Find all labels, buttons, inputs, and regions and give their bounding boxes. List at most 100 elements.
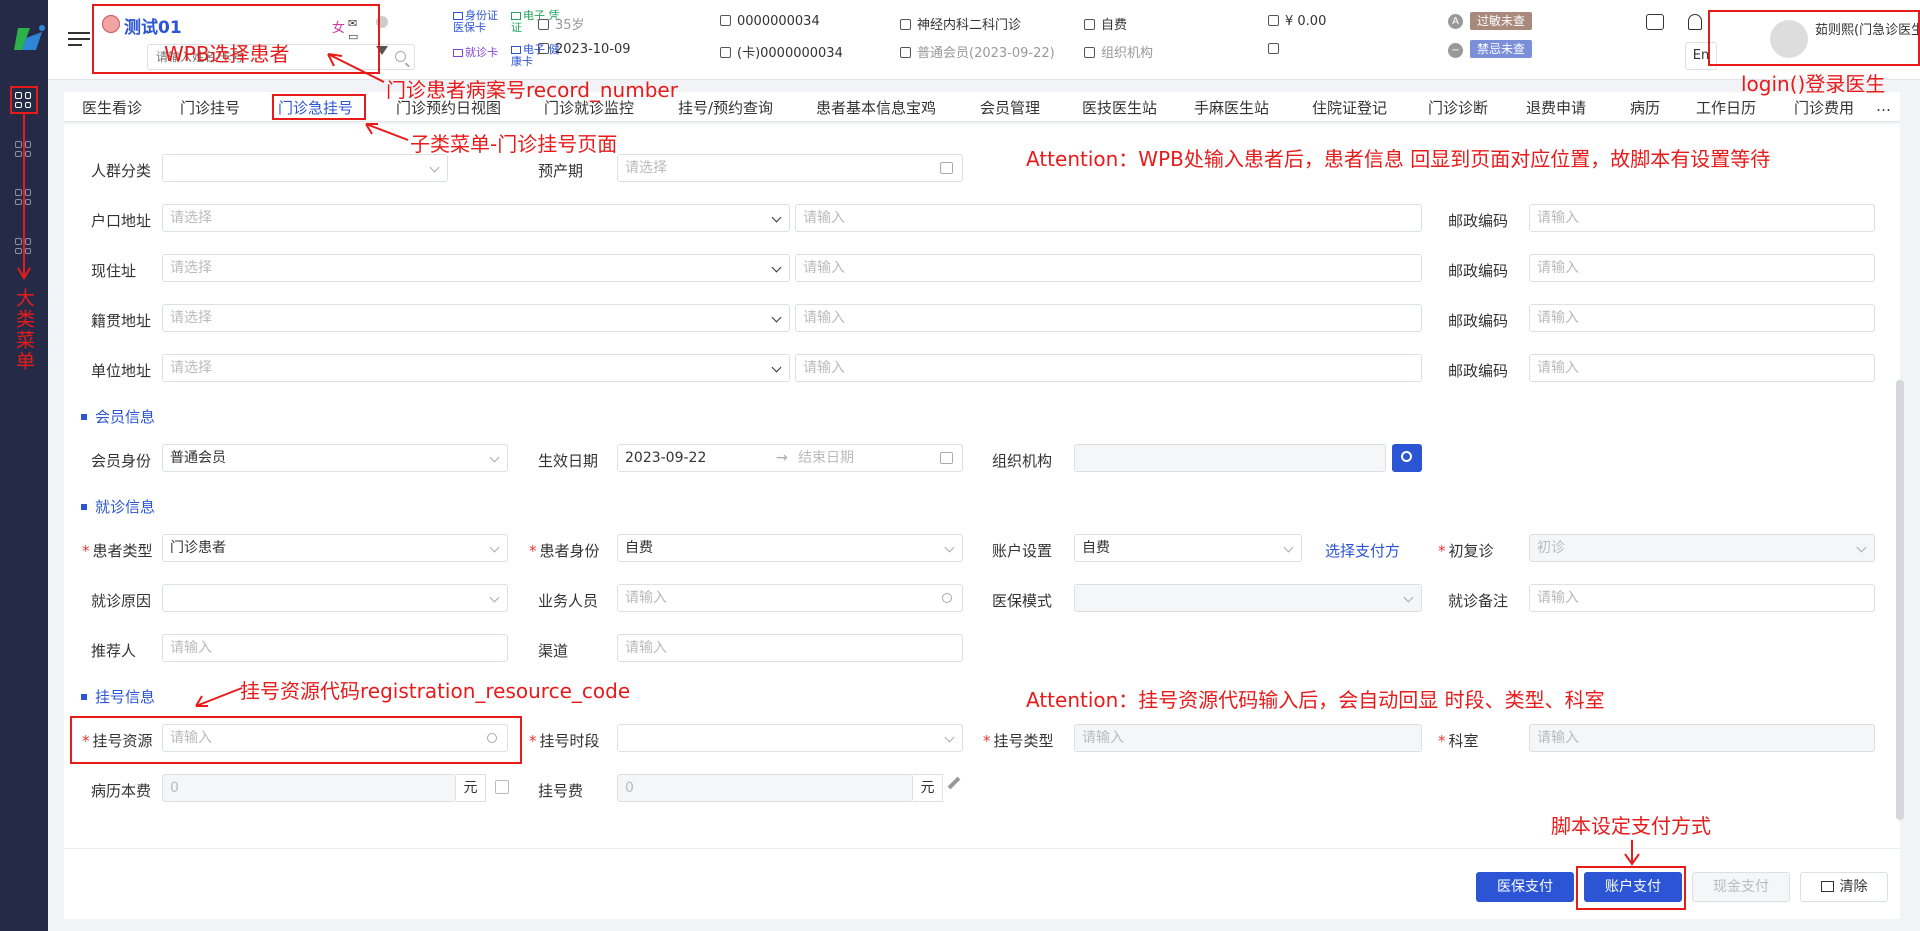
reg-fee-unit: 元: [913, 774, 943, 802]
effective-date-range[interactable]: 2023-09-22 → 结束日期: [617, 444, 963, 472]
insurance-mode-label: 医保模式: [992, 592, 1053, 610]
revisit-select: 初诊: [1529, 534, 1875, 562]
record-fee-unit: 元: [456, 774, 486, 802]
patient-type-label: * 患者类型: [82, 542, 153, 560]
bell-icon[interactable]: [1688, 14, 1702, 30]
record-icon: [720, 15, 731, 26]
current-select[interactable]: 请选择: [162, 254, 790, 282]
select-payment-link[interactable]: 选择支付方: [1325, 540, 1400, 561]
referrer-input[interactable]: 请输入: [162, 634, 508, 662]
card-icon: [720, 47, 731, 58]
annotation-box-resource: [70, 716, 522, 764]
annotation-login: login()登录医生: [1741, 72, 1886, 96]
cash-pay-button: 现金支付: [1692, 872, 1790, 902]
work-detail-input[interactable]: 请输入: [795, 354, 1422, 382]
native-postcode-label: 邮政编码: [1448, 312, 1509, 330]
current-postcode-input[interactable]: 请输入: [1529, 254, 1875, 282]
hukou-detail-input[interactable]: 请输入: [795, 204, 1422, 232]
visit-card-link[interactable]: 就诊卡: [453, 47, 509, 59]
patient-age: 35岁: [538, 14, 585, 33]
department-info: 神经内科二科门诊: [900, 14, 1021, 33]
member-identity-select[interactable]: 普通会员: [162, 444, 508, 472]
work-select[interactable]: 请选择: [162, 354, 790, 382]
tab-11[interactable]: 门诊诊断: [1428, 97, 1488, 118]
dept-label: * 科室: [1438, 732, 1479, 750]
tab-15[interactable]: 门诊费用: [1794, 97, 1854, 118]
tab-6[interactable]: 患者基本信息宝鸡: [816, 97, 936, 118]
patient-identity-select[interactable]: 自费: [617, 534, 963, 562]
taboo-icon: −: [1448, 43, 1463, 58]
fee-type-icon: [1084, 19, 1095, 30]
annotation-attention-2: Attention：挂号资源代码输入后，会自动回显 时段、类型、科室: [1026, 688, 1605, 712]
reg-period-select[interactable]: [617, 724, 963, 752]
native-select[interactable]: 请选择: [162, 304, 790, 332]
visit-note-label: 就诊备注: [1448, 592, 1509, 610]
tab-13[interactable]: 病历: [1630, 97, 1660, 118]
native-label: 籍贯地址: [91, 312, 152, 330]
insurance-pay-button[interactable]: 医保支付: [1476, 872, 1574, 902]
tab-9[interactable]: 手麻医生站: [1194, 97, 1269, 118]
menu-toggle-icon[interactable]: [68, 32, 90, 48]
native-postcode-input[interactable]: 请输入: [1529, 304, 1875, 332]
edit-icon[interactable]: [947, 776, 961, 790]
tab-14[interactable]: 工作日历: [1696, 97, 1756, 118]
account-select[interactable]: 自费: [1074, 534, 1302, 562]
due-date-picker[interactable]: 请选择: [617, 154, 963, 182]
record-fee-input: 0: [162, 774, 456, 802]
search-icon[interactable]: [395, 51, 406, 62]
tab-8[interactable]: 医技医生站: [1082, 97, 1157, 118]
annotation-arrow-record: [327, 53, 385, 83]
clear-button[interactable]: 清除: [1800, 872, 1888, 902]
reason-select[interactable]: [162, 584, 508, 612]
gift-info[interactable]: [1268, 42, 1285, 57]
message-icon[interactable]: [1646, 14, 1664, 30]
allergy-badge[interactable]: 过敏未查: [1470, 12, 1533, 30]
calendar-icon: [940, 162, 953, 174]
hukou-postcode-input[interactable]: 请输入: [1529, 204, 1875, 232]
search-icon: [942, 593, 952, 603]
hukou-postcode-label: 邮政编码: [1448, 212, 1509, 230]
tab-16[interactable]: …: [1876, 97, 1891, 115]
visit-note-input[interactable]: 请输入: [1529, 584, 1875, 612]
work-label: 单位地址: [91, 362, 152, 380]
tab-12[interactable]: 退费申请: [1526, 97, 1586, 118]
id-card-link[interactable]: 身份证 医保卡: [453, 10, 509, 34]
card-number: (卡)0000000034: [720, 42, 843, 61]
annotation-wpb: WPB选择患者: [164, 42, 290, 66]
current-detail-input[interactable]: 请输入: [795, 254, 1422, 282]
annotation-resource-code: 挂号资源代码registration_resource_code: [240, 679, 631, 703]
native-detail-input[interactable]: 请输入: [795, 304, 1422, 332]
account-label: 账户设置: [992, 542, 1053, 560]
tab-0[interactable]: 医生看诊: [82, 97, 142, 118]
due-label: 预产期: [538, 162, 584, 180]
referrer-label: 推荐人: [91, 642, 137, 660]
record-fee-label: 病历本费: [91, 782, 152, 800]
diamond-icon: [900, 47, 911, 58]
reason-label: 就诊原因: [91, 592, 152, 610]
annotation-box-submenu: [272, 94, 366, 120]
age-icon: [538, 19, 549, 30]
staff-input[interactable]: 请输入: [617, 584, 963, 612]
tab-1[interactable]: 门诊挂号: [180, 97, 240, 118]
reg-type-label: * 挂号类型: [983, 732, 1054, 750]
org-search-button[interactable]: [1392, 444, 1422, 472]
channel-input[interactable]: 请输入: [617, 634, 963, 662]
crowd-select[interactable]: [162, 154, 448, 182]
scrollbar[interactable]: [1896, 380, 1904, 820]
patient-identity-label: * 患者身份: [529, 542, 600, 560]
reg-fee-label: 挂号费: [538, 782, 584, 800]
patient-type-select[interactable]: 门诊患者: [162, 534, 508, 562]
wallet-icon: [1268, 15, 1279, 26]
tab-5[interactable]: 挂号/预约查询: [678, 97, 773, 118]
annotation-attention-1: Attention：WPB处输入患者后，患者信息 回显到页面对应位置，故脚本有设…: [1026, 147, 1771, 171]
record-fee-checkbox[interactable]: [495, 780, 509, 794]
org-input: [1074, 444, 1386, 472]
work-postcode-input[interactable]: 请输入: [1529, 354, 1875, 382]
tab-10[interactable]: 住院证登记: [1312, 97, 1387, 118]
search-icon: [1401, 451, 1412, 462]
tab-7[interactable]: 会员管理: [980, 97, 1040, 118]
hukou-select[interactable]: 请选择: [162, 204, 790, 232]
hukou-label: 户口地址: [91, 212, 152, 230]
taboo-badge[interactable]: 禁忌未查: [1470, 40, 1533, 58]
annotation-submenu: 子类菜单-门诊挂号页面: [410, 132, 618, 156]
